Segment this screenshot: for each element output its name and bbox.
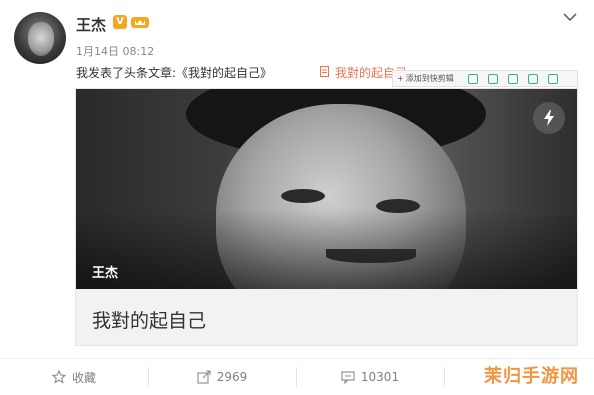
clip-settings-icon[interactable] — [547, 73, 558, 84]
comment-icon — [341, 371, 355, 384]
divider — [0, 358, 594, 359]
verified-badge-icon: V — [113, 15, 127, 29]
repost-count: 2969 — [216, 370, 248, 384]
star-icon — [51, 370, 66, 384]
favorite-button[interactable]: 收藏 — [0, 360, 148, 394]
favorite-label: 收藏 — [71, 370, 96, 385]
clip-toolbar: + 添加到快剪辑 — [392, 70, 578, 87]
chevron-down-icon[interactable] — [562, 12, 578, 22]
avatar[interactable] — [14, 12, 66, 64]
avatar-face — [28, 22, 54, 56]
card-title: 我對的起自己 — [92, 310, 207, 332]
repost-icon — [197, 370, 211, 384]
comment-button[interactable]: 10301 — [296, 360, 444, 394]
card-author-name: 王杰 — [92, 266, 119, 281]
vip-crown-icon — [131, 17, 149, 28]
article-cover-image[interactable]: 王杰 — [76, 89, 577, 289]
post-timestamp[interactable]: 1月14日 08:12 — [76, 43, 154, 59]
comment-count: 10301 — [360, 370, 400, 384]
action-separator — [444, 367, 445, 387]
add-to-clip-label: 添加到快剪辑 — [405, 74, 454, 83]
clip-image-icon[interactable] — [487, 73, 498, 84]
lightning-icon[interactable] — [533, 102, 565, 134]
clip-edit-icon[interactable] — [527, 73, 538, 84]
post-text: 我发表了头条文章:《我對的起自己》 — [76, 66, 273, 80]
plus-icon: + — [397, 74, 404, 83]
username[interactable]: 王杰 — [76, 14, 106, 35]
repost-button[interactable]: 2969 — [148, 360, 296, 394]
article-card[interactable]: 王杰 我對的起自己 — [75, 88, 578, 346]
document-icon — [320, 66, 329, 80]
clip-copy-icon[interactable] — [467, 73, 478, 84]
clip-expand-icon[interactable] — [507, 73, 518, 84]
add-to-clip-button[interactable]: + 添加到快剪辑 — [393, 73, 458, 84]
site-watermark: 茉归手游网 — [484, 366, 579, 387]
